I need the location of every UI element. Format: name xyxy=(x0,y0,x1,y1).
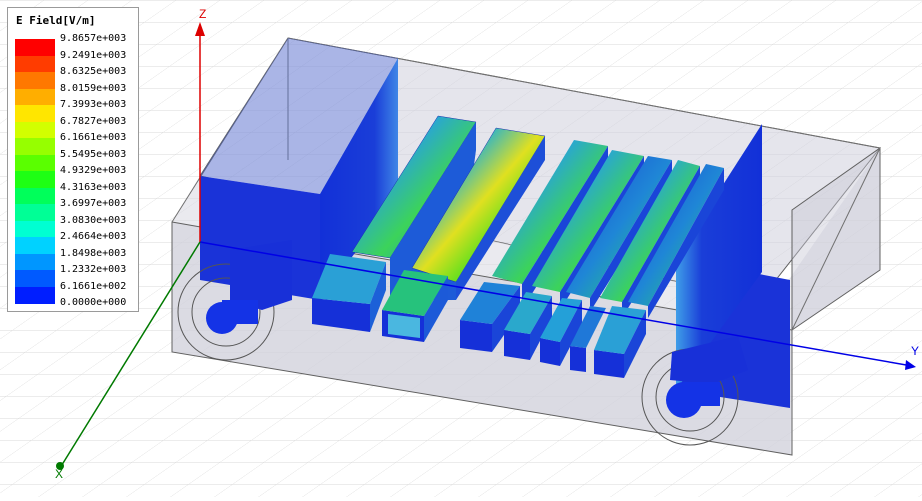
legend-value: 3.0830e+003 xyxy=(60,214,127,226)
legend-value: 3.6997e+003 xyxy=(60,198,127,209)
legend-swatch xyxy=(15,171,55,188)
legend-swatch xyxy=(15,121,55,139)
legend-swatch xyxy=(15,270,55,287)
legend-swatch xyxy=(15,39,55,56)
legend-swatch xyxy=(15,187,55,205)
legend-value: 6.7827e+003 xyxy=(60,115,127,127)
y-axis-label: Y xyxy=(911,344,919,358)
legend-value: 9.2491e+003 xyxy=(60,49,127,61)
legend-value: 4.3163e+003 xyxy=(60,181,127,193)
legend-value: 9.8657e+003 xyxy=(60,33,127,44)
legend-value: 0.0000e+000 xyxy=(60,297,127,308)
legend-value: 8.0159e+003 xyxy=(60,82,127,94)
legend-swatch xyxy=(15,237,55,254)
legend-swatch xyxy=(15,154,55,172)
legend-value: 1.8498e+003 xyxy=(60,247,127,259)
legend-swatch xyxy=(15,55,55,73)
z-axis-label: Z xyxy=(199,7,206,21)
x-axis-label: X xyxy=(55,467,63,481)
legend-value: 6.1661e+002 xyxy=(60,280,127,292)
legend-title: E Field[V/m] xyxy=(16,14,96,27)
legend-value: 6.1661e+003 xyxy=(60,132,127,143)
legend-value: 8.6325e+003 xyxy=(60,66,127,77)
legend-swatch xyxy=(15,286,55,304)
legend-swatch xyxy=(15,72,55,89)
legend-value: 4.9329e+003 xyxy=(60,165,127,176)
legend-value: 1.2332e+003 xyxy=(60,264,127,275)
legend-swatch xyxy=(15,220,55,238)
legend-value: 7.3993e+003 xyxy=(60,99,127,110)
legend-value: 5.5495e+003 xyxy=(60,148,127,160)
legend-swatch xyxy=(15,88,55,106)
legend-value: 2.4664e+003 xyxy=(60,231,127,242)
legend-swatch xyxy=(15,105,55,122)
legend-swatch xyxy=(15,138,55,155)
legend-swatch xyxy=(15,204,55,221)
field-color-legend: E Field[V/m] 9.8657e+003 9.2491e+003 8.632… xyxy=(7,7,139,312)
3d-viewport[interactable]: Z Y X E Field[V/m] 9.8657e+003 9.2491e+00… xyxy=(0,0,922,497)
legend-swatch xyxy=(15,253,55,271)
